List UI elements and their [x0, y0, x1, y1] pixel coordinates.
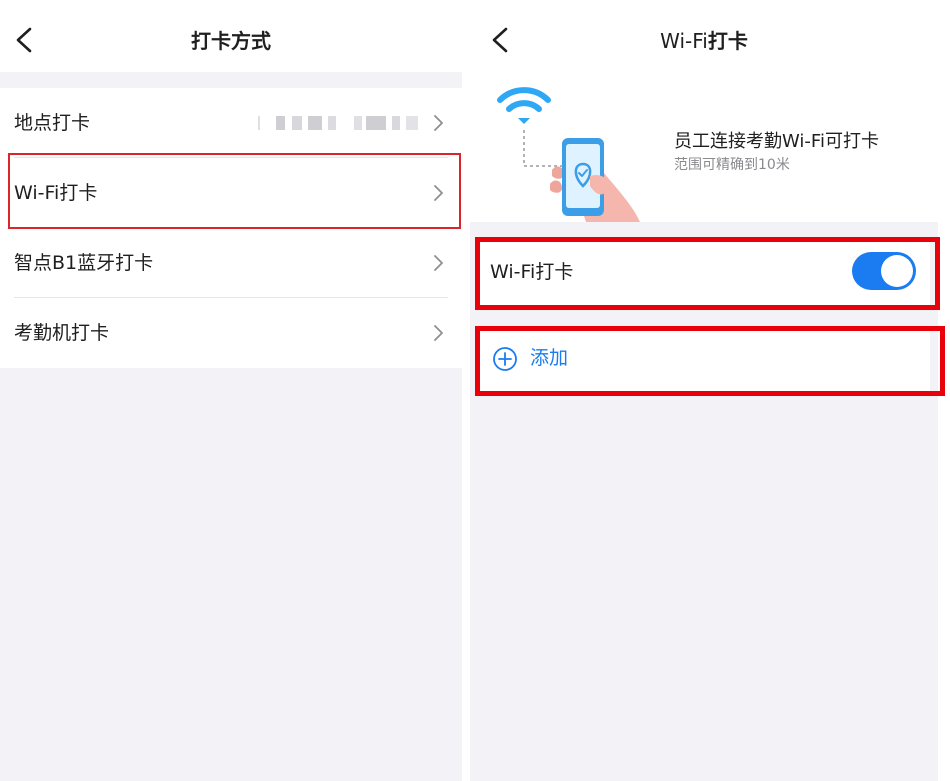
chevron-right-icon	[434, 115, 443, 131]
list-item-label: 考勤机打卡	[14, 322, 110, 344]
blurred-address	[258, 116, 420, 130]
chevron-right-icon	[434, 325, 443, 341]
right-navbar: Wi-Fi打卡	[470, 0, 938, 72]
list-item-bluetooth[interactable]: 智点B1蓝牙打卡	[0, 228, 462, 298]
right-screen: Wi-Fi打卡 员工连接考勤Wi-Fi可打卡 范围可精确到10米 Wi-Fi打卡…	[470, 0, 945, 781]
list-item-label: 智点B1蓝牙打卡	[14, 252, 154, 274]
left-screen: 打卡方式 地点打卡 Wi-Fi打卡 智点B1蓝牙打卡 考勤机打卡	[0, 0, 462, 781]
toggle-highlight	[475, 237, 940, 310]
add-highlight	[475, 326, 945, 396]
list-item-location[interactable]: 地点打卡	[0, 88, 462, 158]
page-title-suffix: 打卡	[707, 29, 748, 53]
page-title: Wi-Fi打卡	[470, 26, 938, 56]
page-title: 打卡方式	[191, 29, 271, 53]
list-item-attendance-machine[interactable]: 考勤机打卡	[0, 298, 462, 368]
chevron-right-icon	[434, 255, 443, 271]
phone-wifi-illustration	[497, 87, 640, 222]
banner-subtitle: 范围可精确到10米	[674, 157, 790, 173]
wifi-item-highlight	[8, 153, 461, 229]
left-navbar: 打卡方式	[0, 0, 462, 72]
wifi-info-banner: 员工连接考勤Wi-Fi可打卡 范围可精确到10米	[470, 72, 938, 222]
page-title-prefix: Wi-Fi	[660, 29, 708, 53]
list-item-label: 地点打卡	[14, 112, 91, 134]
banner-title: 员工连接考勤Wi-Fi可打卡	[674, 131, 879, 152]
